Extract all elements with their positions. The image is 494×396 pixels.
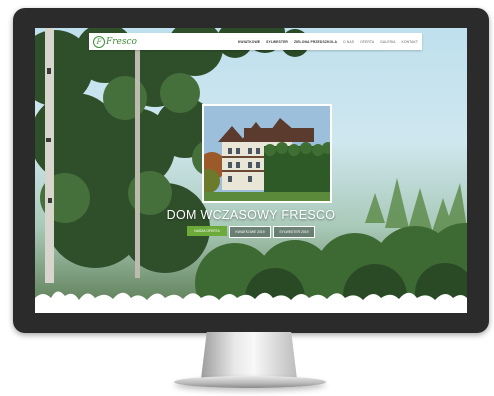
- website-screen: F Fresco KWIATKOWE SYLWESTER ZIELONA PRZ…: [35, 28, 467, 313]
- house-illustration: [204, 106, 330, 201]
- nav-item-sylwester[interactable]: SYLWESTER: [266, 40, 288, 44]
- nav-item-kontakt[interactable]: KONTAKT: [402, 40, 418, 44]
- monitor-stand-base: [174, 376, 326, 388]
- mockup-stage: F Fresco KWIATKOWE SYLWESTER ZIELONA PRZ…: [0, 0, 494, 396]
- monitor-bezel: F Fresco KWIATKOWE SYLWESTER ZIELONA PRZ…: [13, 8, 489, 333]
- monitor-stand-neck: [201, 332, 297, 379]
- sylwester-button[interactable]: SYLWESTER 2019: [273, 226, 315, 238]
- hero-buttons: NASZA OFERTA KWIATKOWE 2019 SYLWESTER 20…: [35, 226, 467, 238]
- kwiatkowe-button[interactable]: KWIATKOWE 2019: [229, 226, 271, 238]
- nav-item-o-nas[interactable]: O NAS: [343, 40, 354, 44]
- logo-f-icon: F: [93, 35, 105, 48]
- hero-house-photo: [202, 104, 332, 203]
- offer-button[interactable]: NASZA OFERTA: [187, 226, 227, 236]
- nav-item-kwiatkowe[interactable]: KWIATKOWE: [238, 40, 260, 44]
- main-menu: KWIATKOWE SYLWESTER ZIELONA PRZEDSZKOLA …: [238, 40, 418, 44]
- site-logo[interactable]: F Fresco: [93, 35, 137, 48]
- nav-item-galeria[interactable]: GALERIA: [380, 40, 395, 44]
- nav-item-oferta[interactable]: OFERTA: [360, 40, 374, 44]
- logo-text: Fresco: [106, 36, 137, 47]
- site-header: F Fresco KWIATKOWE SYLWESTER ZIELONA PRZ…: [89, 33, 422, 50]
- nav-item-zielona-przedszkola[interactable]: ZIELONA PRZEDSZKOLA: [294, 40, 337, 44]
- hero-title: DOM WCZASOWY FRESCO: [166, 208, 336, 222]
